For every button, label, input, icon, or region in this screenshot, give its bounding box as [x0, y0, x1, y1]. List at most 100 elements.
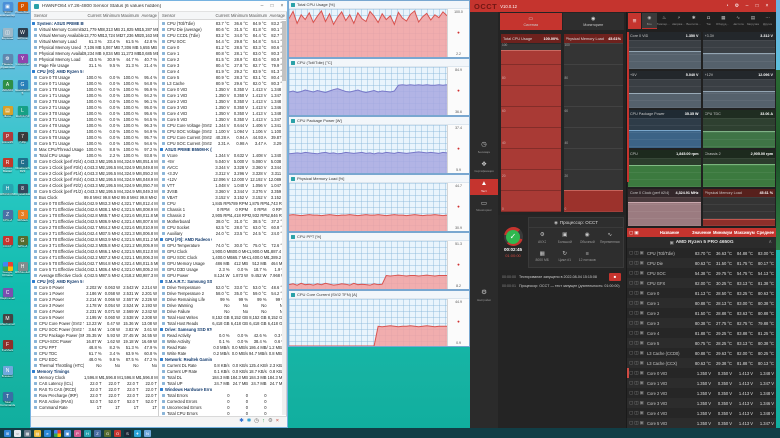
sensor-row[interactable]: Corrected Errors 0 0 0 0 [159, 398, 286, 404]
taskbar-icon[interactable]: N [144, 429, 151, 437]
graph-titlebar[interactable]: CPU PPT [%] [289, 233, 469, 241]
sensor-row[interactable]: CPU SOC Voltage (SVI2 TFN) 1.100 V 1.094… [159, 128, 286, 134]
sensor-row[interactable]: Write Rate 0.2 MB/s 0.0 MB/s 94.7 MB/s 0… [159, 350, 286, 356]
sensor-row[interactable]: Memory Clock 1,596.8 MHz 1,596.8 MHz 1,5… [31, 374, 158, 380]
sensor-row[interactable]: Core 5 T1 Effective Clock 4,042.1 MHz 36… [31, 266, 158, 272]
sensor-row[interactable]: CPU (Tctl/Tdie) 83.7 °C 36.6 °C 84.9 °C … [159, 20, 286, 26]
monitor-tile[interactable]: +12V 12.096 V [702, 71, 775, 109]
sensor-row[interactable]: Core 2 Power 2.214 W 0.066 W 2.557 W 2.2… [31, 296, 158, 302]
sensor-row[interactable]: GPU Temperature 74.0 °C 30.0 °C 75.0 °C … [159, 242, 286, 248]
row-toggle-icons[interactable]: ▢◫▣ [627, 280, 647, 286]
sensor-row[interactable]: CPU+SOC Power 16.87 W 1.62 W 19.18 W 16.… [31, 338, 158, 344]
desktop-icon[interactable]: L LinX 0.7.0 [15, 106, 30, 132]
memory-load-graph[interactable]: Physical Memory Load 45.61% 100 80 60 40 20 0 [563, 34, 623, 212]
sensor-table-row[interactable]: ▢◫▣ Core 5 VID 1.350 V 0.350 V 1.413 V 1… [627, 418, 776, 428]
sensor-row[interactable]: Drive Warning No No No No [159, 302, 286, 308]
sensor-row[interactable]: Vcore 1.344 V 0.632 V 1.408 V 1.340 V [159, 152, 286, 158]
sensor-row[interactable]: Thermal Throttling (HTC) No No No No [31, 362, 158, 368]
sensor-row[interactable]: Write Activity 0.1 % 0.0 % 38.4 % 0.6 % [159, 338, 286, 344]
sensor-row[interactable]: Core 0 Clock (perf #2/4) 4,043.3 MHz 2,1… [31, 158, 158, 164]
hwinfo-toolbar-icon[interactable]: ✱ [239, 419, 244, 425]
category-tab[interactable]: ▦ Оборудование [716, 13, 731, 29]
desktop-icon[interactable]: ▤ Фото [0, 106, 15, 132]
sidebar-item[interactable]: ▭ Мониторинг [470, 199, 498, 215]
test-option[interactable]: ∿ Переменная [599, 232, 622, 243]
sensor-table-row[interactable]: ▢◫▣ Core 2 VID 1.350 V 0.350 V 1.413 V 1… [627, 388, 776, 398]
row-toggle-icons[interactable]: ▢◫▣ [627, 400, 647, 406]
sensor-row[interactable]: Core 1 T1 Usage 100.0 % 0.0 % 100.0 % 94… [31, 92, 158, 98]
sensor-row[interactable]: Total UP 24.7 MB 24.7 MB 24.7 MB 24.7 MB [159, 380, 286, 386]
sensor-row[interactable]: CAS Latency (tCL) 22.0 T 22.0 T 22.0 T 2… [31, 380, 158, 386]
maximize-button[interactable]: □ [267, 3, 277, 9]
category-tab[interactable]: ♨ Температуры [657, 13, 672, 29]
sensor-row[interactable]: Core 5 Power 2.195 W 0.060 W 2.538 W 2.2… [31, 314, 158, 320]
sensor-row[interactable]: Core 4 Clock (perf #2/2) 4,043.3 MHz 2,1… [31, 182, 158, 188]
taskbar-icon[interactable]: e [44, 429, 51, 437]
sensor-row[interactable]: Core 0 T0 Usage 100.0 % 0.0 % 100.0 % 95… [31, 74, 158, 80]
sensor-row[interactable]: GPU Memory Usage 486 MB 412 MB 512 MB 46… [159, 260, 286, 266]
desktop-icon[interactable]: R Ryzen Master [0, 158, 15, 184]
window-button[interactable]: – [742, 3, 752, 9]
sensor-row[interactable]: Core 5 VID 1.350 V 0.350 V 1.413 V 1.347… [159, 116, 286, 122]
sidebar-item[interactable]: ◷ Бенчмарк [470, 140, 498, 156]
sidebar-item[interactable]: ⚙ Настройки [470, 288, 498, 304]
test-option[interactable]: ▣ Большой [554, 232, 577, 243]
desktop-icon[interactable]: A AIDA64 [0, 80, 15, 106]
sensor-row[interactable]: Core 5 80.9 °C 28.3 °C 83.1 °C 80.4 °C [159, 74, 286, 80]
sensor-row[interactable]: Page File Usage 31.1 % 9.5 % 31.3 % 21.4… [31, 62, 158, 68]
sensor-row[interactable]: Current UP Rate 0.1 KB/s 0.0 KB/s 18.7 K… [159, 368, 286, 374]
tab-system[interactable]: ▭ Система [500, 13, 562, 30]
sensor-row[interactable]: Core 4 VID 1.350 V 0.350 V 1.413 V 1.348… [159, 110, 286, 116]
taskbar-icon[interactable]: ▤ [34, 429, 41, 437]
sensor-row[interactable]: RAS Active (tRAS) 52.0 T 52.0 T 52.0 T 5… [31, 398, 158, 404]
desktop-icon[interactable]: Z CPU-Z [0, 210, 15, 236]
sensor-table-row[interactable]: ▢◫▣ Core 1 80.88 °C 28.13 °C 83.00 °C 80… [627, 298, 776, 308]
sensor-row[interactable]: Core 3 T1 Usage 100.0 % 0.0 % 100.0 % 94… [31, 116, 158, 122]
sensor-row[interactable]: Core 5 T0 Usage 100.0 % 0.0 % 100.0 % 95… [31, 134, 158, 140]
graph-titlebar[interactable]: CPU Package Power [W] [289, 117, 469, 125]
sensor-row[interactable]: Core 0 T1 Effective Clock 4,042.6 MHz 38… [31, 206, 158, 212]
sensor-row[interactable]: Average Effective Clock 4,042.5 MHz 87.5… [31, 272, 158, 278]
sensor-row[interactable]: Core 1 Power 2.186 W 0.058 W 2.531 W 2.2… [31, 290, 158, 296]
sensor-row[interactable]: GPU SOC Clock 1,400.0 MHz 565.7 MHz 1,40… [159, 254, 286, 260]
sensor-row[interactable]: Core 4 T1 Effective Clock 4,042.2 MHz 37… [31, 254, 158, 260]
column-max[interactable]: Максимум [734, 230, 755, 235]
monitor-tile[interactable]: CPU TDC 33.06 A [702, 110, 775, 148]
test-option[interactable]: ↻ Цикл #1 [554, 251, 577, 262]
record-button[interactable]: ● [457, 88, 460, 94]
sensor-row[interactable]: Core 2 T1 Effective Clock 4,042.4 MHz 37… [31, 230, 158, 236]
sensor-row[interactable]: Max CPU/Thread Usage 100.0 % 8.8 % 100.0… [31, 146, 158, 152]
sensor-row[interactable]: Core 0 T0 Effective Clock 4,042.9 MHz 43… [31, 200, 158, 206]
sensor-row[interactable]: GPU D3D Usage 2.3 % 0.0 % 18.7 % 1.9 % [159, 266, 286, 272]
tab-monitoring[interactable]: ◉ Мониторинг [562, 13, 624, 30]
sensor-row[interactable]: Chassis 1 0 RPM 0 RPM 0 RPM 0 RPM [159, 206, 286, 212]
sensor-row[interactable]: 3VSB 3.360 V 3.344 V 3.376 V 3.359 V [159, 188, 286, 194]
scrollbar-thumb[interactable] [282, 21, 286, 81]
sensor-row[interactable]: Core 0 81.2 °C 28.5 °C 83.3 °C 80.6 °C [159, 44, 286, 50]
occt-titlebar[interactable]: OCCT V10.0.12 ◔ ⚙ – □ × [470, 0, 776, 12]
category-tab[interactable]: ∿ Частота [731, 13, 746, 29]
desktop-icon[interactable]: H HWiNFO64 [0, 184, 15, 210]
sensor-table-row[interactable]: ▢◫▣ Core 3 VID 1.350 V 0.350 V 1.413 V 1… [627, 398, 776, 408]
sensor-row[interactable]: Motherboard 38.0 °C 31.0 °C 38.5 °C 37.2… [159, 218, 286, 224]
hwinfo-toolbar-icon[interactable]: × [276, 419, 279, 425]
sensor-row[interactable]: Uncorrected Errors 0 0 0 0 [159, 404, 286, 410]
sensor-row[interactable]: Core 1 VID 1.350 V 0.350 V 1.413 V 1.347… [159, 92, 286, 98]
row-toggle-icons[interactable]: ▢◫▣ [627, 250, 647, 256]
sensor-row[interactable]: CPU Core Voltage (SVI2 TFN) 1.344 V 0.64… [159, 122, 286, 128]
sensor-row[interactable]: Bus Clock 99.8 MHz 99.8 MHz 99.8 MHz 99.… [31, 194, 158, 200]
hwinfo-titlebar[interactable]: HWiNFO64 v7.26-4800 Sensor Status [6 val… [31, 1, 287, 12]
sensor-row[interactable]: Read Rate 0.0 MB/s 0.0 MB/s 186.4 MB/s 1… [159, 344, 286, 350]
taskbar-icon[interactable]: ✈ [134, 429, 141, 437]
sensor-row[interactable]: Core 4 T0 Effective Clock 4,042.6 MHz 46… [31, 248, 158, 254]
sensor-row[interactable]: Core 2 Clock (perf #1/4) 4,043.3 MHz 2,1… [31, 170, 158, 176]
sensor-row[interactable]: Core 0 VID 1.350 V 0.350 V 1.413 V 1.348… [159, 86, 286, 92]
sensor-row[interactable]: CPU SOC Power (SVI2 TFN) 3.64 W 1.08 W 3… [31, 326, 158, 332]
desktop-icon[interactable]: ⚙ Панель управления [0, 54, 15, 80]
sensor-row[interactable]: Core 3 T0 Effective Clock 4,042.8 MHz 43… [31, 236, 158, 242]
column-name[interactable]: Название [647, 230, 692, 235]
close-button[interactable]: × [277, 3, 287, 9]
taskbar-icon[interactable]: P [74, 429, 81, 437]
column-minimum[interactable]: Minimum [103, 13, 122, 18]
sensor-row[interactable]: CPU TDC 61.7 % 3.4 % 63.9 % 60.8 % [31, 350, 158, 356]
